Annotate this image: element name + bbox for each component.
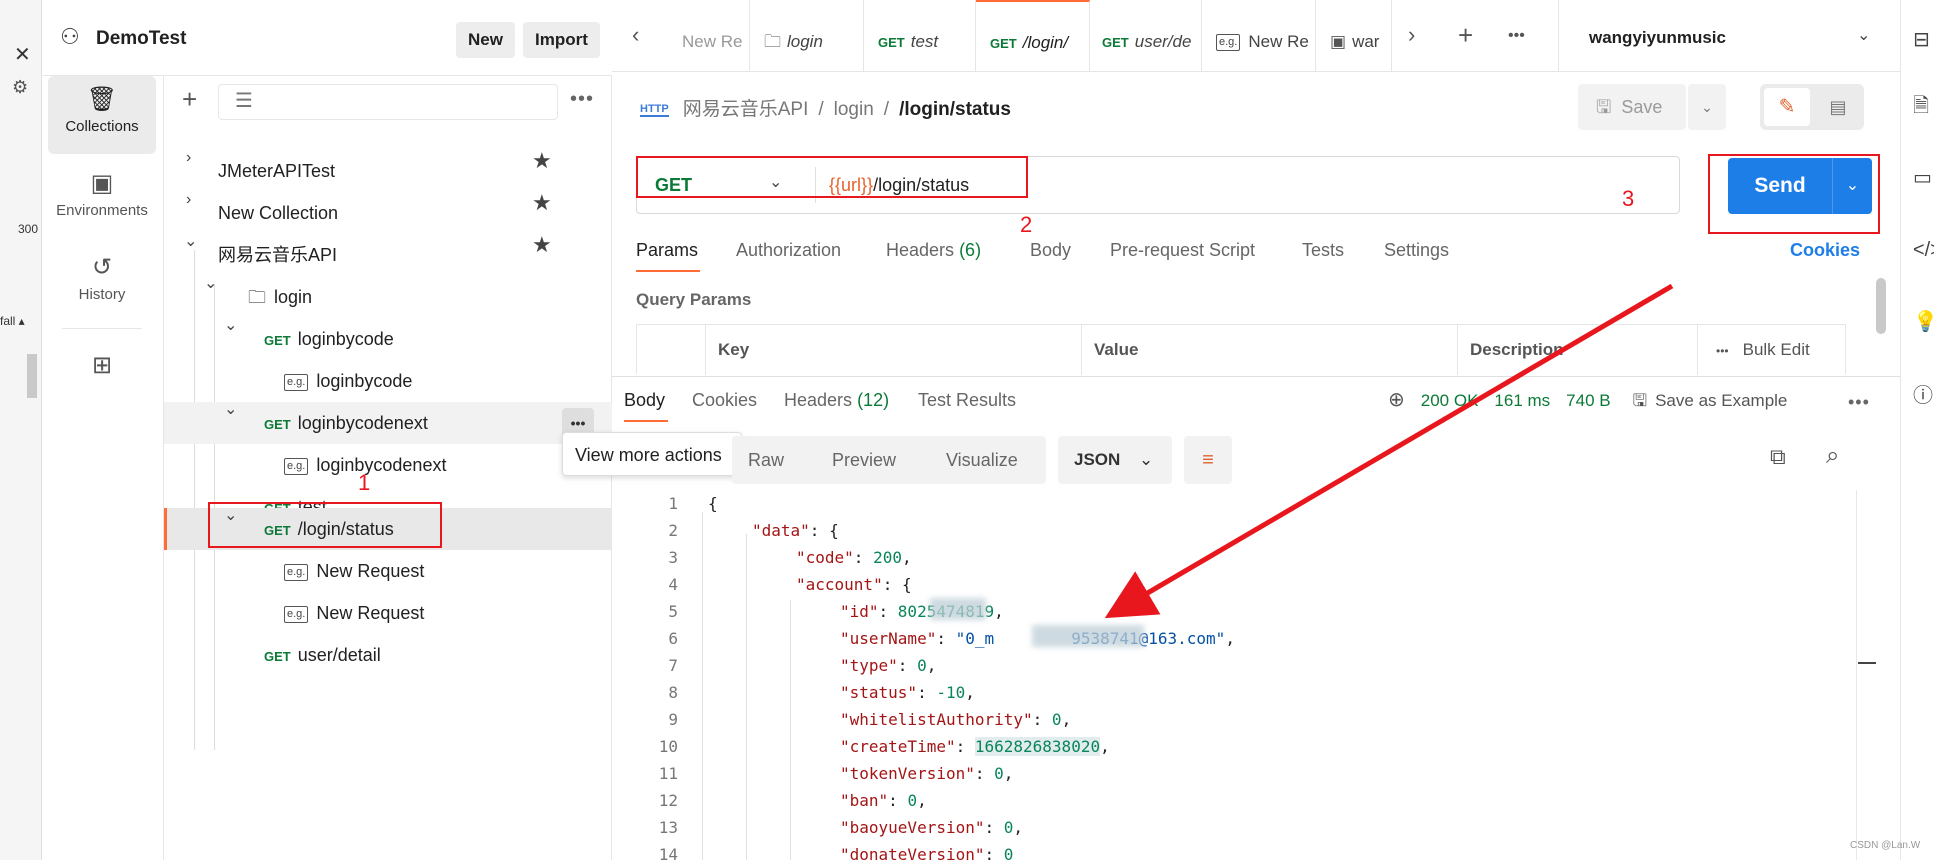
watermark: CSDN @Lan.W: [1850, 840, 1921, 851]
annotation-arrow: [1104, 283, 1674, 619]
